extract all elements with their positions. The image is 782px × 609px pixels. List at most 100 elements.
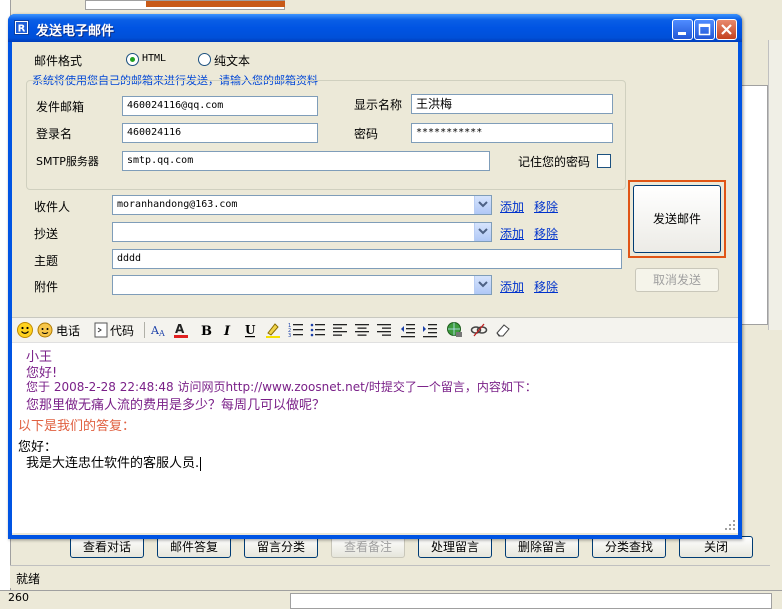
italic-button[interactable]: I xyxy=(220,321,236,339)
underline-icon: U xyxy=(245,323,256,338)
message-category-button[interactable]: 留言分类 xyxy=(244,536,318,558)
svg-text:I: I xyxy=(223,324,231,339)
smtp-label: SMTP服务器 xyxy=(36,155,99,168)
smiley-icon xyxy=(17,322,33,338)
chevron-down-icon xyxy=(478,281,488,288)
to-combo[interactable]: moranhandong@163.com xyxy=(112,195,492,215)
handle-message-button[interactable]: 处理留言 xyxy=(418,536,492,558)
bold-button[interactable]: B xyxy=(198,321,214,339)
background-lower-strip: 260 xyxy=(0,590,782,609)
dialog-close-button[interactable] xyxy=(716,19,737,40)
italic-icon: I xyxy=(223,324,231,339)
font-color-icon: A xyxy=(174,322,188,338)
bullet-list-button[interactable] xyxy=(310,321,326,339)
send-email-button[interactable]: 发送邮件 xyxy=(633,185,721,253)
subject-input[interactable]: dddd xyxy=(112,249,622,269)
visit-info-line: 您于 2008-2-28 22:48:48 访问网页http://www.zoo… xyxy=(26,380,537,394)
send-email-dialog: R 发送电子邮件 邮件格式 HTML 纯文本 系统将使用您自己的邮箱来进行发送，… xyxy=(8,14,742,539)
email-reply-button[interactable]: 邮件答复 xyxy=(157,536,231,558)
to-label: 收件人 xyxy=(34,200,71,214)
password-input[interactable]: *********** xyxy=(411,123,613,143)
align-center-button[interactable] xyxy=(354,321,370,339)
ordered-list-button[interactable]: 123 xyxy=(288,321,304,339)
unlink-button[interactable] xyxy=(470,321,488,339)
attachment-label: 附件 xyxy=(34,280,59,294)
attachment-remove-link[interactable]: 移除 xyxy=(534,278,558,295)
align-left-icon xyxy=(333,324,347,336)
highlight-button[interactable] xyxy=(264,321,282,339)
format-html-radio[interactable] xyxy=(126,53,139,66)
to-add-link[interactable]: 添加 xyxy=(500,198,524,215)
category-search-button[interactable]: 分类查找 xyxy=(592,536,666,558)
background-button-row: 查看对话 邮件答复 留言分类 查看备注 处理留言 删除留言 分类查找 关闭 xyxy=(70,536,760,558)
status-bar: 就绪 xyxy=(10,565,770,588)
cc-combo[interactable] xyxy=(112,222,492,242)
message-content-line: 您那里做无痛人流的费用是多少？每周几可以做呢？ xyxy=(26,398,326,413)
smtp-input[interactable]: smtp.qq.com xyxy=(122,151,490,171)
cancel-send-button[interactable]: 取消发送 xyxy=(635,268,719,292)
highlighter-icon xyxy=(266,323,280,338)
view-notes-button[interactable]: 查看备注 xyxy=(331,536,405,558)
message-editor[interactable]: 小王 您好! 您于 2008-2-28 22:48:48 访问网页http://… xyxy=(12,342,738,533)
code-button[interactable]: 代码 xyxy=(94,321,134,339)
resize-grip-icon[interactable] xyxy=(724,519,736,531)
code-icon xyxy=(94,322,108,338)
svg-text:R: R xyxy=(18,24,26,35)
sender-label: 发件邮箱 xyxy=(36,100,85,114)
background-scrollbar[interactable] xyxy=(768,40,782,330)
background-lower-panel xyxy=(290,593,772,609)
display-name-input[interactable]: 王洪梅 xyxy=(411,94,613,114)
align-right-icon xyxy=(377,324,391,336)
indent-button[interactable] xyxy=(422,321,438,339)
align-left-button[interactable] xyxy=(332,321,348,339)
globe-link-icon xyxy=(447,322,462,337)
svg-text:3: 3 xyxy=(288,333,291,338)
attachment-add-link[interactable]: 添加 xyxy=(500,278,524,295)
cc-remove-link[interactable]: 移除 xyxy=(534,225,558,242)
eraser-icon xyxy=(496,324,510,337)
reply-body-line: 我是大连忠仕软件的客服人员. xyxy=(26,452,202,471)
dialog-title: 发送电子邮件 xyxy=(36,24,115,39)
background-selected-row xyxy=(146,1,285,7)
format-text-radio[interactable] xyxy=(198,53,211,66)
editor-toolbar: 电话 代码 AA A B I U 1 2 3 xyxy=(12,317,738,343)
attachment-dropdown-button[interactable] xyxy=(474,276,491,294)
close-button[interactable]: 关闭 xyxy=(679,536,753,558)
status-text: 就绪 xyxy=(16,572,41,586)
emoticon-button[interactable] xyxy=(16,321,34,339)
title-bar[interactable]: R 发送电子邮件 xyxy=(8,14,742,42)
remember-password-checkbox[interactable] xyxy=(597,154,611,168)
font-color-button[interactable]: A xyxy=(172,321,190,339)
attachment-combo[interactable] xyxy=(112,275,492,295)
background-value: 260 xyxy=(8,591,29,604)
cc-add-link[interactable]: 添加 xyxy=(500,225,524,242)
remember-password-label: 记住您的密码 xyxy=(518,155,591,169)
cc-dropdown-button[interactable] xyxy=(474,223,491,241)
text-caret xyxy=(200,456,202,471)
dialog-client: 邮件格式 HTML 纯文本 系统将使用您自己的邮箱来进行发送，请输入您的邮箱资料… xyxy=(12,42,738,535)
maximize-button[interactable] xyxy=(694,19,715,40)
toolbar-separator xyxy=(144,322,145,338)
unlink-icon xyxy=(470,323,488,337)
phone-button[interactable]: 电话 xyxy=(36,321,80,339)
minimize-icon xyxy=(678,32,686,35)
to-remove-link[interactable]: 移除 xyxy=(534,198,558,215)
font-size-button[interactable]: AA xyxy=(150,321,168,339)
login-input[interactable]: 460024116 xyxy=(122,123,318,143)
align-right-button[interactable] xyxy=(376,321,392,339)
delete-message-button[interactable]: 删除留言 xyxy=(505,536,579,558)
underline-button[interactable]: U xyxy=(242,321,258,339)
reply-intro-line: 以下是我们的答复： xyxy=(18,419,136,434)
svg-text:A: A xyxy=(158,329,165,338)
insert-link-button[interactable] xyxy=(446,321,464,339)
eraser-button[interactable] xyxy=(494,321,512,339)
indent-icon xyxy=(423,324,437,338)
outdent-button[interactable] xyxy=(400,321,416,339)
subject-label: 主题 xyxy=(34,254,59,268)
view-conversation-button[interactable]: 查看对话 xyxy=(70,536,144,558)
bold-icon: B xyxy=(201,324,212,339)
maximize-icon xyxy=(698,23,711,36)
sender-input[interactable]: 460024116@qq.com xyxy=(122,96,318,116)
minimize-button[interactable] xyxy=(672,19,693,40)
to-dropdown-button[interactable] xyxy=(474,196,491,214)
